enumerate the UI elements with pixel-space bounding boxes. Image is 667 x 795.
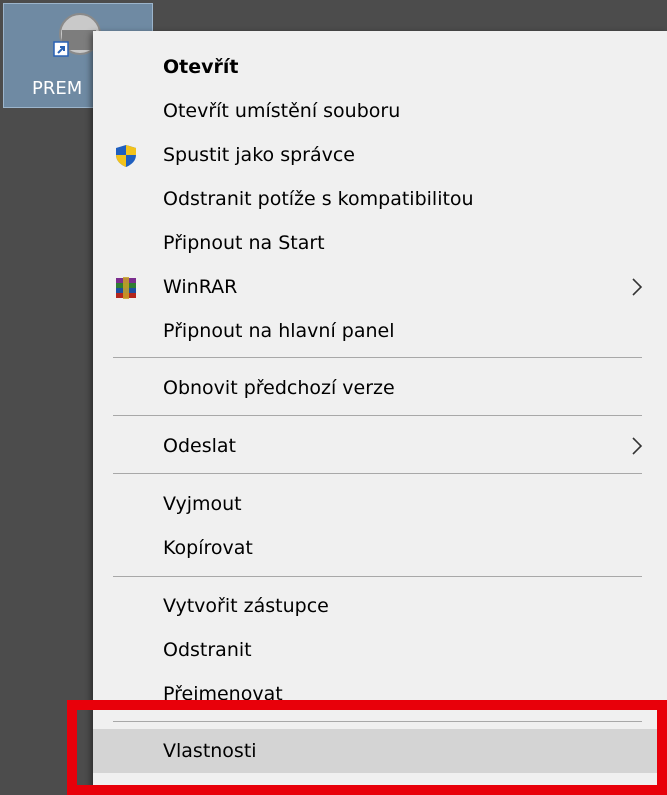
menu-item-label: Obnovit předchozí verze — [163, 377, 395, 399]
menu-item-winrar[interactable]: WinRAR — [93, 267, 667, 307]
context-menu: Otevřít Otevřít umístění souboru Spustit… — [93, 31, 667, 795]
menu-item-label: Kopírovat — [163, 537, 253, 559]
menu-item-label: Vytvořit zástupce — [163, 595, 329, 617]
menu-item-troubleshoot-compatibility[interactable]: Odstranit potíže s kompatibilitou — [93, 179, 667, 219]
menu-item-cut[interactable]: Vyjmout — [93, 484, 667, 524]
highlight-box — [67, 700, 667, 795]
menu-item-label: Vyjmout — [163, 493, 242, 515]
menu-item-label: Odstranit potíže s kompatibilitou — [163, 188, 474, 210]
uac-shield-icon — [116, 145, 136, 167]
menu-item-copy[interactable]: Kopírovat — [93, 528, 667, 568]
menu-item-send-to[interactable]: Odeslat — [93, 426, 667, 466]
menu-separator — [113, 415, 642, 416]
menu-item-create-shortcut[interactable]: Vytvořit zástupce — [93, 586, 667, 626]
menu-item-delete[interactable]: Odstranit — [93, 630, 667, 670]
menu-item-run-as-admin[interactable]: Spustit jako správce — [93, 135, 667, 175]
menu-item-label: Odstranit — [163, 639, 252, 661]
menu-item-label: Otevřít umístění souboru — [163, 100, 401, 122]
chevron-right-icon — [632, 437, 643, 455]
menu-item-open-file-location[interactable]: Otevřít umístění souboru — [93, 91, 667, 131]
menu-item-restore-previous-versions[interactable]: Obnovit předchozí verze — [93, 368, 667, 408]
menu-item-label: Otevřít — [163, 56, 239, 78]
menu-item-label: Spustit jako správce — [163, 144, 355, 166]
menu-item-label: Odeslat — [163, 435, 236, 457]
desktop-icon-label: PREM — [32, 78, 83, 99]
menu-separator — [113, 357, 642, 358]
menu-item-label: Připnout na Start — [163, 232, 325, 254]
menu-item-label: WinRAR — [163, 276, 238, 298]
menu-separator — [113, 473, 642, 474]
chevron-right-icon — [632, 278, 643, 296]
menu-item-open[interactable]: Otevřít — [93, 47, 667, 87]
menu-separator — [113, 576, 642, 577]
menu-item-pin-to-start[interactable]: Připnout na Start — [93, 223, 667, 263]
winrar-icon — [116, 277, 136, 299]
menu-item-pin-to-taskbar[interactable]: Připnout na hlavní panel — [93, 311, 667, 351]
menu-item-label: Připnout na hlavní panel — [163, 320, 395, 342]
